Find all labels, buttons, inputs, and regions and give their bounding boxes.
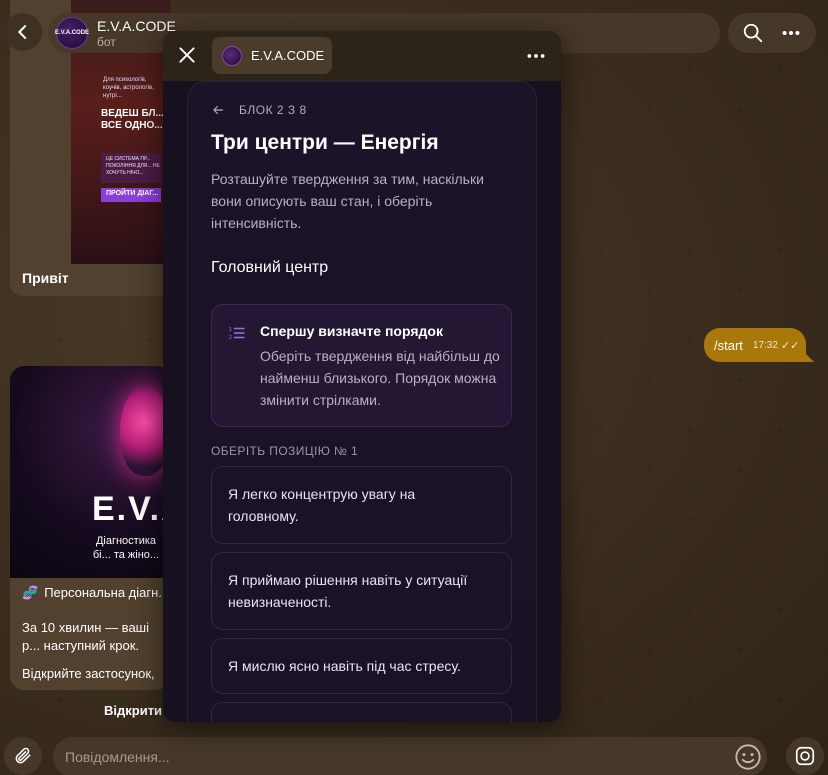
chat-subtitle: бот — [97, 35, 116, 49]
emoji-icon[interactable] — [734, 743, 762, 771]
option-card-3[interactable]: Я мислю ясно навіть під час стресу. — [211, 638, 512, 694]
eva-banner-subtitle: Діагностика бі... та жіно... — [92, 535, 160, 561]
attach-button[interactable] — [4, 737, 42, 775]
mini-app-window: E.V.A.CODE БЛОК 2 З 8 Три центри — Енерг… — [163, 31, 561, 722]
page-lead: Розташуйте твердження за тим, наскільки … — [211, 171, 484, 231]
breadcrumb: БЛОК 2 З 8 — [211, 103, 307, 117]
message-input[interactable] — [65, 747, 705, 767]
mini-app-avatar — [222, 45, 242, 66]
close-icon[interactable] — [177, 45, 197, 65]
ordered-list-icon: 1 2 — [229, 327, 245, 341]
avatar-text: E.V.A.CODE — [54, 30, 90, 36]
promo-line-2: ВЕДЕШ БЛ... ВСЕ ОДНО... — [101, 108, 164, 131]
option-card-2[interactable]: Я приймаю рішення навіть у ситуації неви… — [211, 552, 512, 630]
message-time: 17:32 — [752, 339, 778, 351]
read-ticks-icon: ✓✓ — [780, 339, 800, 352]
option-text-2: Я приймаю рішення навіть у ситуації неви… — [228, 572, 468, 610]
more-options-icon[interactable] — [780, 22, 802, 44]
info-title: Спершу визначте порядок — [260, 323, 443, 339]
search-icon[interactable] — [742, 22, 764, 44]
mini-app-chip[interactable]: E.V.A.CODE — [212, 37, 332, 74]
diagnostics-paragraph-2: Відкрийте застосунок, — [22, 666, 155, 681]
camera-button[interactable] — [786, 737, 824, 775]
diagnostics-text: Персональна діагн... — [44, 585, 170, 600]
start-command-text: /start — [714, 337, 743, 353]
camera-icon — [795, 746, 815, 766]
mini-app-more-icon[interactable] — [525, 46, 547, 66]
back-button[interactable] — [4, 13, 42, 51]
section-title: Головний центр — [211, 259, 329, 276]
open-app-button[interactable]: Відкрити — [104, 703, 162, 718]
message-composer — [53, 737, 767, 775]
option-card-4[interactable] — [211, 702, 512, 722]
svg-text:1: 1 — [229, 327, 232, 333]
promo-band-text: ЦЕ СИСТЕМА ПР... ПОКОЛІННЯ ДЛЯ... НЕ ХОЧ… — [106, 156, 160, 176]
header-actions — [728, 13, 816, 53]
mini-app-header: E.V.A.CODE — [163, 31, 561, 81]
option-card-1[interactable]: Я легко концентрую увагу на головному. — [211, 466, 512, 544]
diagnostics-line: 🧬 Персональна діагн... — [22, 585, 169, 601]
promo-line-1: Для психологів, коучів, астрологів, нутр… — [103, 77, 154, 99]
dna-icon: 🧬 — [22, 585, 39, 600]
option-text-1: Я легко концентрую увагу на головному. — [228, 486, 416, 524]
option-text-3: Я мислю ясно навіть під час стресу. — [228, 658, 461, 674]
chevron-left-icon — [18, 25, 27, 39]
page-title: Три центри — Енергія — [211, 131, 439, 154]
bot-avatar[interactable]: E.V.A.CODE — [54, 17, 90, 49]
svg-text:2: 2 — [229, 335, 232, 341]
breadcrumb-text: БЛОК 2 З 8 — [239, 103, 307, 117]
info-text: Оберіть твердження від найбільш до найме… — [260, 348, 500, 408]
info-box: 1 2 Спершу визначте порядок Оберіть твер… — [211, 304, 512, 427]
message-hi-text: Привіт — [22, 270, 69, 286]
mini-app-title: E.V.A.CODE — [251, 48, 325, 63]
outgoing-message-start[interactable]: /start 17:32 ✓✓ — [704, 328, 806, 362]
diagnostics-paragraph-1: За 10 хвилин — ваші р... наступний крок. — [22, 620, 149, 653]
position-label: ОБЕРІТЬ ПОЗИЦІЮ № 1 — [211, 444, 359, 458]
paperclip-icon — [15, 747, 31, 764]
arrow-left-icon[interactable] — [211, 103, 225, 117]
promo-button-text: ПРОЙТИ ДІАГ... — [106, 190, 159, 197]
